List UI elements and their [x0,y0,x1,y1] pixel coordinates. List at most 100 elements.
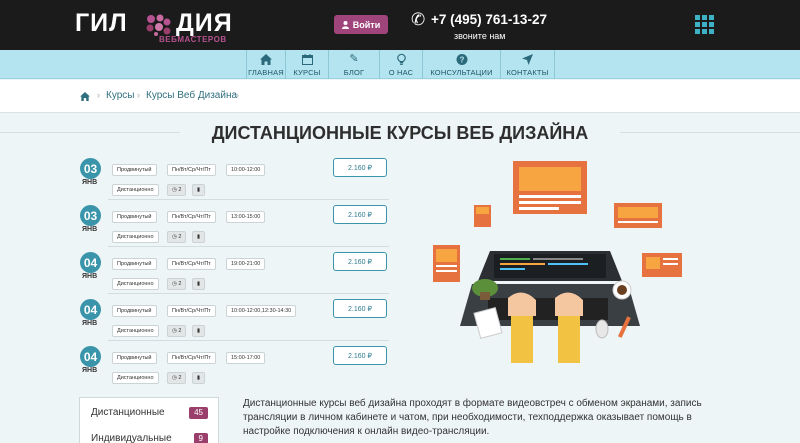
course-description: Дистанционные курсы веб дизайна проходят… [243,398,702,437]
filter-count-badge: 45 [189,407,208,419]
students-count: 2 [178,375,182,381]
price-button[interactable]: 2.160 ₽ [333,346,387,365]
nav-item-courses[interactable]: КУРСЫ [286,50,329,79]
price-button[interactable]: 2.160 ₽ [333,252,387,271]
apps-grid-icon[interactable] [695,15,716,34]
course-row: 03 ЯНВ Продвинутый Пн/Вт/Ср/Чт/Пт 10:00-… [79,158,389,200]
home-icon[interactable] [80,92,90,101]
clock-icon: ◷ [172,328,177,334]
phone-note: звоните нам [454,31,506,41]
browser-window-graphic [513,161,587,214]
phone-number[interactable]: +7 (495) 761-13-27 [431,12,547,27]
hand-graphic [558,308,580,363]
students-count: 2 [178,281,182,287]
clock-icon: ◷ [172,375,177,381]
price-button[interactable]: 2.160 ₽ [333,299,387,318]
format-tag: Дистанционно [112,278,159,290]
svg-text:?: ? [459,55,464,64]
clock-icon: ◷ [172,281,177,287]
file-icon: ▮ [192,325,206,337]
login-label: Войти [352,19,381,30]
row-divider [108,340,389,341]
lightbulb-icon [396,53,406,65]
date-month: ЯНВ [82,179,98,186]
nav-item-consultations[interactable]: ? КОНСУЛЬТАЦИИ [423,50,501,79]
date-month: ЯНВ [82,273,98,280]
row-divider [108,246,389,247]
user-icon [341,20,349,29]
students-tag: ◷ 2 [167,325,187,337]
level-tag: Продвинутый [112,258,157,270]
students-tag: ◷ 2 [167,372,187,384]
filter-item-distance[interactable]: Дистанционные 45 [80,401,218,425]
course-filter: Дистанционные 45 Индивидуальные 9 [79,397,219,443]
course-row: 04 ЯНВ Продвинутый Пн/Вт/Ср/Чт/Пт 19:00-… [79,252,389,294]
students-count: 2 [178,234,182,240]
level-tag: Продвинутый [112,211,157,223]
date-day: 04 [80,252,101,273]
level-tag: Продвинутый [112,305,157,317]
price-button[interactable]: 2.160 ₽ [333,205,387,224]
chevron-right-icon: › [137,90,140,100]
date-month: ЯНВ [82,226,98,233]
file-icon: ▮ [192,278,206,290]
hand-graphic [511,308,533,363]
time-tag: 13:00-15:00 [226,211,266,223]
date-month: ЯНВ [82,320,98,327]
clock-icon: ◷ [172,187,177,193]
nav-item-home[interactable]: ГЛАВНАЯ [246,50,286,79]
days-tag: Пн/Вт/Ср/Чт/Пт [167,164,216,176]
row-divider [108,199,389,200]
format-tag: Дистанционно [112,184,159,196]
file-icon: ▮ [192,184,206,196]
nav-item-about[interactable]: О НАС [380,50,423,79]
days-tag: Пн/Вт/Ср/Чт/Пт [167,211,216,223]
nav-item-contacts[interactable]: КОНТАКТЫ [501,50,555,79]
login-button[interactable]: Войти [334,15,388,34]
date-day: 03 [80,158,101,179]
date-day: 03 [80,205,101,226]
time-tag: 10:00-12:00,12:30-14:30 [226,305,297,317]
filter-count-badge: 9 [193,433,208,443]
nav-label: БЛОГ [343,67,365,77]
logo-subtitle: ВЕБМАСТЕРОВ [159,35,227,44]
format-tag: Дистанционно [112,231,159,243]
chevron-right-icon: › [97,90,100,100]
students-tag: ◷ 2 [167,184,187,196]
price-button[interactable]: 2.160 ₽ [333,158,387,177]
nav-label: КОНСУЛЬТАЦИИ [430,67,493,77]
days-tag: Пн/Вт/Ср/Чт/Пт [167,258,216,270]
logo-text-left: ГИЛ [75,9,128,37]
time-tag: 15:00-17:00 [226,352,266,364]
file-icon: ▮ [192,372,206,384]
nav-label: О НАС [388,67,414,77]
nav-item-blog[interactable]: ✎ БЛОГ [329,50,380,79]
breadcrumb-link-courses[interactable]: Курсы [106,90,134,101]
phone-icon: ✆ [411,10,426,29]
top-bar: ГИЛ ДИЯ ВЕБМАСТЕРОВ Войти ✆ +7 (495) 761… [0,0,800,50]
breadcrumb-link-web-design[interactable]: Курсы Веб Дизайна [146,90,237,101]
main-nav: ГЛАВНАЯ КУРСЫ ✎ БЛОГ О НАС ? КОНСУЛЬТАЦИ… [0,50,800,79]
format-tag: Дистанционно [112,325,159,337]
question-icon: ? [456,53,467,65]
date-month: ЯНВ [82,367,98,374]
row-divider [108,293,389,294]
pencil-icon: ✎ [349,52,359,65]
logo-text-right: ДИЯ [176,9,233,37]
calendar-icon [301,53,313,65]
nav-label: ГЛАВНАЯ [248,67,284,77]
students-tag: ◷ 2 [167,278,187,290]
level-tag: Продвинутый [112,352,157,364]
home-icon [260,53,272,65]
filter-label: Дистанционные [91,407,165,418]
format-tag: Дистанционно [112,372,159,384]
filter-item-individual[interactable]: Индивидуальные 9 [80,427,218,443]
nav-label: КУРСЫ [293,67,321,77]
file-icon: ▮ [192,231,206,243]
level-tag: Продвинутый [112,164,157,176]
logo-dots-icon [146,14,171,36]
days-tag: Пн/Вт/Ср/Чт/Пт [167,352,216,364]
course-row: 04 ЯНВ Продвинутый Пн/Вт/Ср/Чт/Пт 10:00-… [79,299,389,341]
students-tag: ◷ 2 [167,231,187,243]
site-logo[interactable]: ГИЛ ДИЯ ВЕБМАСТЕРОВ [75,8,232,44]
